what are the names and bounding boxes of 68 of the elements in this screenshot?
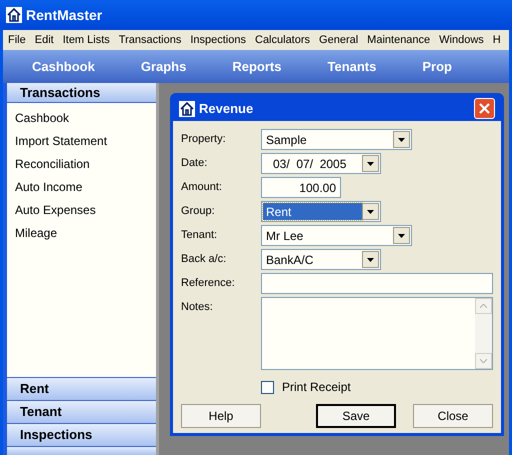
house-icon [6, 7, 22, 23]
dropdown-field[interactable]: Mr Lee [261, 225, 412, 246]
close-icon [479, 103, 490, 114]
menu-item[interactable]: General [319, 32, 358, 48]
field-label: Reference: [181, 276, 236, 291]
nav-tab[interactable]: Cashbook [32, 56, 95, 76]
field-value: 03/ 07/ 2005 [272, 156, 348, 172]
dropdown-field[interactable]: Sample [261, 129, 412, 150]
dialog-button[interactable]: Close [413, 404, 493, 428]
field-value: Mr Lee [265, 228, 304, 244]
checkbox[interactable] [261, 380, 274, 394]
dialog-button[interactable]: Help [181, 404, 261, 428]
dropdown-field[interactable]: Rent [261, 201, 381, 222]
menu-item[interactable]: H [492, 32, 501, 48]
dropdown-button[interactable] [393, 227, 410, 244]
caret-icon [398, 138, 405, 142]
sidebar-item[interactable]: Reconciliation [15, 155, 156, 173]
section-header[interactable]: Rent [7, 377, 156, 400]
caret-icon [367, 258, 374, 262]
field-label: Amount: [181, 180, 223, 195]
close-button[interactable] [474, 98, 495, 119]
field-label: Notes: [181, 300, 214, 315]
dropdown-button[interactable] [362, 251, 379, 268]
menu-item[interactable]: Transactions [118, 32, 182, 48]
menu-item[interactable]: Inspections [190, 32, 246, 48]
field-label: Back a/c: [181, 252, 228, 267]
menu-item[interactable]: Windows [439, 32, 484, 48]
field-value: BankA/C [265, 252, 314, 268]
sidebar-item[interactable]: Auto Expenses [15, 201, 156, 219]
menu-item[interactable]: Item Lists [62, 32, 110, 48]
section-header[interactable]: Inspections [7, 423, 156, 446]
caret-icon [398, 234, 405, 238]
dropdown-field[interactable]: BankA/C [261, 249, 381, 270]
caret-icon [367, 162, 374, 166]
field-label: Date: [181, 156, 208, 171]
sidebar-item[interactable]: Mileage [15, 224, 156, 242]
house-icon [179, 100, 195, 116]
dropdown-button[interactable] [393, 131, 410, 148]
dropdown-button[interactable] [362, 203, 379, 220]
nav-tab[interactable]: Prop [422, 56, 452, 76]
amount-field[interactable]: 100.00 [261, 177, 341, 198]
date-picker[interactable]: 03/ 07/ 2005 [261, 153, 381, 174]
section-header[interactable] [7, 446, 156, 455]
dropdown-button[interactable] [362, 155, 379, 172]
field-label: Group: [181, 204, 216, 219]
nav-tab[interactable]: Graphs [140, 56, 186, 76]
sidebar-item[interactable]: Import Statement [15, 132, 156, 150]
menu-item[interactable]: Maintenance [367, 32, 430, 48]
field-label: Property: [181, 132, 227, 147]
notes-field[interactable] [261, 297, 493, 370]
dialog-button[interactable]: Save [316, 404, 396, 428]
caret-icon [367, 210, 374, 214]
field-label: Tenant: [181, 228, 218, 243]
sidebar-item[interactable]: Cashbook [15, 109, 156, 127]
section-header[interactable]: Transactions [7, 83, 156, 103]
field-value: Rent [263, 203, 362, 220]
reference-field[interactable] [261, 273, 493, 294]
checkbox-label: Print Receipt [282, 379, 351, 396]
menu-item[interactable]: Edit [34, 32, 54, 48]
section-header[interactable]: Tenant [7, 400, 156, 423]
nav-tab[interactable]: Tenants [327, 56, 376, 76]
sidebar-item[interactable]: Auto Income [15, 178, 156, 196]
menu-item[interactable]: File [8, 32, 26, 48]
field-value: Sample [265, 132, 308, 148]
dialog-title: Revenue [199, 100, 254, 118]
menu-item[interactable]: Calculators [255, 32, 310, 48]
window-title: RentMaster [26, 6, 102, 24]
nav-tab[interactable]: Reports [232, 56, 282, 76]
